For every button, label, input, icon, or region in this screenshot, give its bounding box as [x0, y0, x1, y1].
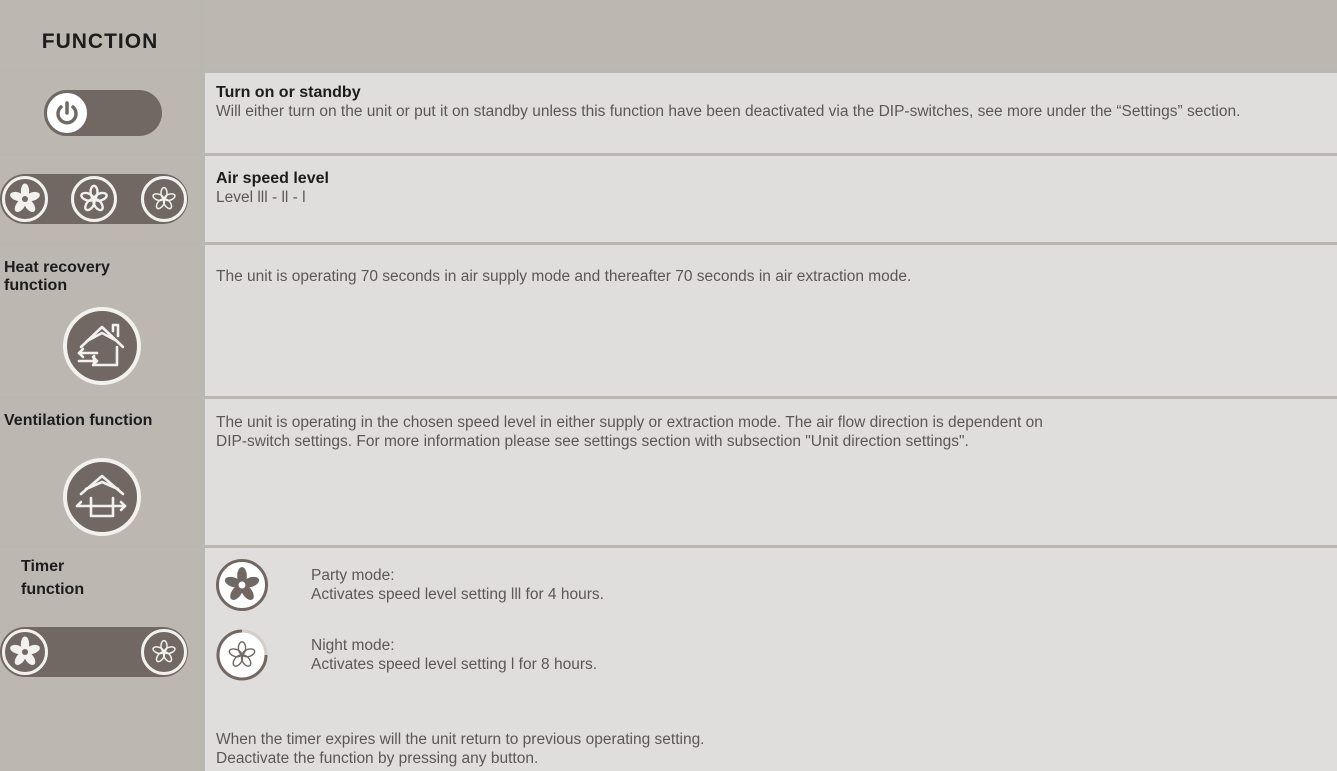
header-title: FUNCTION [41, 30, 159, 53]
function-table: FUNCTION Turn on or standby Will either … [0, 0, 1337, 771]
fan-speed-1-glyph [152, 186, 176, 210]
vent-label: Ventilation function [4, 412, 153, 429]
night-mode-title: Night mode: [311, 637, 395, 654]
heat-recovery-icon[interactable] [63, 307, 141, 385]
ventilation-icon[interactable] [63, 458, 141, 536]
night-mode-fan-glyph [152, 639, 176, 663]
heat-row-right: The unit is operating 70 seconds in air … [205, 245, 1337, 396]
timer-row-right: Party mode: Activates speed level settin… [205, 548, 1337, 771]
timer-label-line-1: Timer [21, 558, 65, 575]
heat-row-left: Heat recovery function [0, 245, 200, 396]
table-top-band-left [0, 0, 200, 12]
party-mode-fan-glyph [10, 636, 40, 666]
header-right-cell [205, 14, 1337, 70]
vent-row-right: The unit is operating in the chosen spee… [205, 399, 1337, 545]
speed-row-right: Air speed level Level lll - ll - l [205, 156, 1337, 242]
heat-recovery-glyph [77, 323, 125, 367]
power-row-right: Turn on or standby Will either turn on t… [205, 73, 1337, 153]
vent-description-line-2: DIP-switch settings. For more informatio… [216, 433, 969, 450]
timer-footer-line-1: When the timer expires will the unit ret… [216, 731, 705, 748]
fan-speed-3-icon[interactable] [2, 176, 48, 222]
speed-row-left [0, 156, 200, 242]
party-mode-icon [216, 559, 268, 611]
timer-footer-line-2: Deactivate the function by pressing any … [216, 750, 539, 767]
heat-label: Heat recovery function [4, 259, 110, 294]
power-icon [44, 90, 90, 136]
power-description: Will either turn on the unit or put it o… [216, 103, 1241, 120]
power-title: Turn on or standby [216, 84, 361, 101]
fan-speed-3-glyph [10, 183, 40, 213]
fan-speed-2-icon[interactable] [71, 176, 117, 222]
vent-description-line-1: The unit is operating in the chosen spee… [216, 414, 1043, 431]
timer-row-left: Timer function [0, 548, 200, 771]
fan-speed-2-glyph [80, 184, 108, 212]
vent-row-left: Ventilation function [0, 399, 200, 545]
night-mode-icon [216, 629, 268, 681]
speed-title: Air speed level [216, 170, 329, 187]
night-mode-description: Activates speed level setting l for 8 ho… [311, 656, 598, 673]
heat-description: The unit is operating 70 seconds in air … [216, 268, 912, 285]
table-top-band-right [205, 0, 1337, 12]
fan-speed-1-icon[interactable] [141, 176, 187, 222]
party-mode-fan-icon[interactable] [2, 629, 48, 675]
night-mode-fan-icon[interactable] [141, 629, 187, 675]
party-mode-description: Activates speed level setting lll for 4 … [311, 586, 604, 603]
timer-label-line-2: function [21, 581, 85, 598]
party-mode-title: Party mode: [311, 567, 395, 584]
speed-description: Level lll - ll - l [216, 189, 306, 206]
power-row-left [0, 73, 200, 153]
ventilation-glyph [75, 474, 127, 518]
